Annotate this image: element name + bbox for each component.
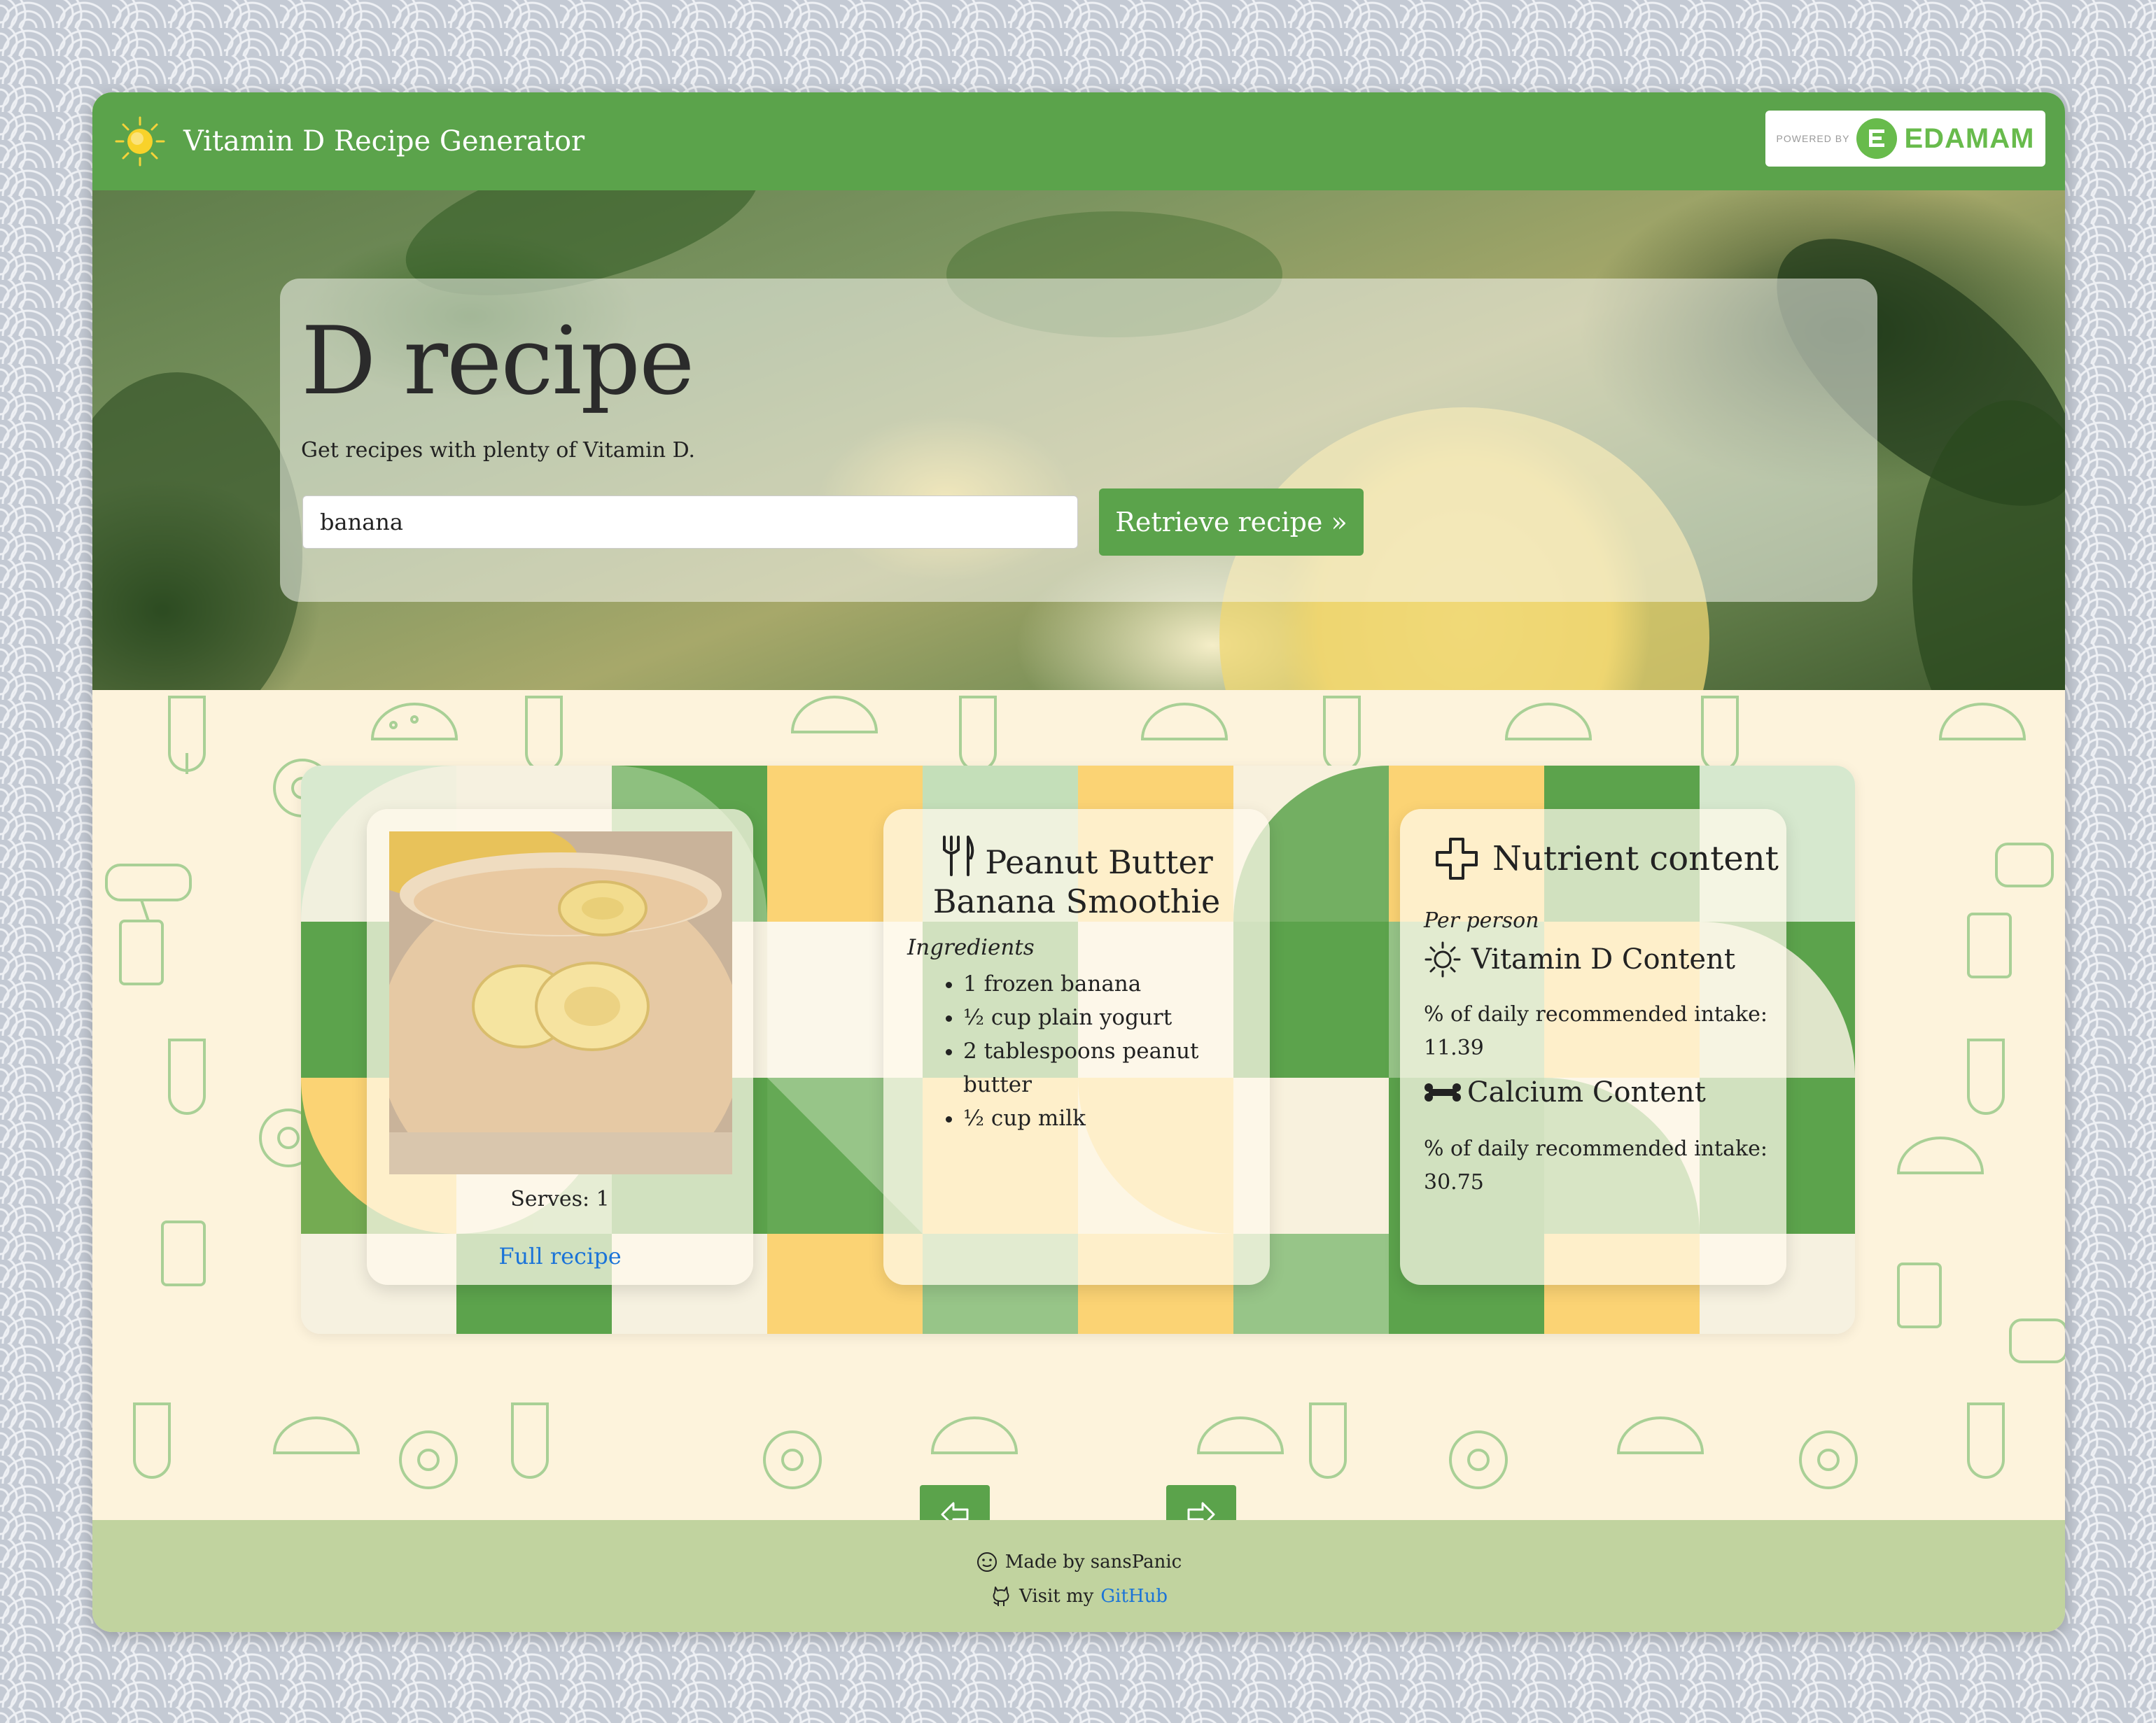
app-window: Vitamin D Recipe Generator POWERED BY ED… (92, 92, 2065, 1632)
edamam-badge[interactable]: POWERED BY EDAMAM (1765, 111, 2045, 167)
fork-knife-icon (943, 836, 974, 876)
footer-github: Visit my GitHub (92, 1584, 2065, 1608)
edamam-name: EDAMAM (1904, 122, 2035, 154)
footer-credit: Made by sansPanic (92, 1551, 2065, 1573)
nutrient-title: Nutrient content (1492, 839, 1779, 878)
calcium-value: 30.75 (1424, 1170, 1484, 1195)
calcium-title: Calcium Content (1467, 1076, 1706, 1109)
vitamin-d-value: 11.39 (1424, 1036, 1484, 1060)
app-title: Vitamin D Recipe Generator (183, 125, 585, 157)
page-title: D recipe (301, 307, 694, 416)
plus-icon (1436, 838, 1478, 880)
calcium-label: % of daily recommended intake: (1424, 1137, 1768, 1161)
calcium-heading: Calcium Content (1424, 1076, 1706, 1109)
made-by-text: Made by sansPanic (1004, 1552, 1182, 1573)
ingredients-list: 1 frozen banana ½ cup plain yogurt 2 tab… (938, 967, 1246, 1135)
recipe-title-block: Peanut Butter Banana Smoothie (883, 834, 1270, 921)
nutrient-card: Nutrient content Per person Vitamin D Co… (1400, 809, 1786, 1285)
page-subtitle: Get recipes with plenty of Vitamin D. (301, 438, 696, 463)
content-area: Serves: 1 Full recipe Peanut Butter Bana… (92, 690, 2065, 1612)
recipe-image-card: Serves: 1 Full recipe (367, 809, 753, 1285)
bone-icon (1424, 1083, 1461, 1102)
list-item: ½ cup plain yogurt (963, 1001, 1246, 1034)
footer: Made by sansPanic Visit my GitHub (92, 1520, 2065, 1632)
nutrient-title-block: Nutrient content (1435, 837, 1779, 880)
list-item: 1 frozen banana (963, 967, 1246, 1001)
visit-prefix-text: Visit my (1019, 1586, 1094, 1607)
list-item: 2 tablespoons peanut butter (963, 1034, 1246, 1102)
brand[interactable]: Vitamin D Recipe Generator (113, 115, 584, 168)
hero-banner: D recipe Get recipes with plenty of Vita… (92, 190, 2065, 690)
recipe-image (389, 831, 732, 1174)
calcium-value-block: % of daily recommended intake: 30.75 (1424, 1132, 1774, 1200)
hero-card: D recipe Get recipes with plenty of Vita… (280, 279, 1877, 602)
ingredients-label: Ingredients (907, 935, 1035, 960)
vitamin-d-value-block: % of daily recommended intake: 11.39 (1424, 998, 1774, 1065)
vitamin-d-label: % of daily recommended intake: (1424, 1002, 1768, 1027)
recipe-info-card: Peanut Butter Banana Smoothie Ingredient… (883, 809, 1270, 1285)
github-link[interactable]: GitHub (1100, 1586, 1168, 1607)
search-input[interactable] (302, 495, 1078, 549)
sun-outline-icon (1424, 941, 1461, 978)
list-item: ½ cup milk (963, 1102, 1246, 1135)
sun-icon (115, 116, 165, 167)
vitamin-d-heading: Vitamin D Content (1424, 941, 1735, 978)
edamam-logo-icon (1856, 118, 1898, 159)
smiley-icon (976, 1552, 997, 1572)
navbar: Vitamin D Recipe Generator POWERED BY ED… (92, 92, 2065, 190)
github-octocat-icon (993, 1587, 1009, 1606)
vitamin-d-title: Vitamin D Content (1471, 943, 1735, 976)
serves-label: Serves: 1 (510, 1187, 610, 1211)
powered-by-label: POWERED BY (1776, 133, 1850, 144)
per-person-label: Per person (1424, 908, 1539, 933)
retrieve-recipe-button[interactable]: Retrieve recipe » (1099, 488, 1364, 556)
full-recipe-link[interactable]: Full recipe (367, 1243, 753, 1270)
